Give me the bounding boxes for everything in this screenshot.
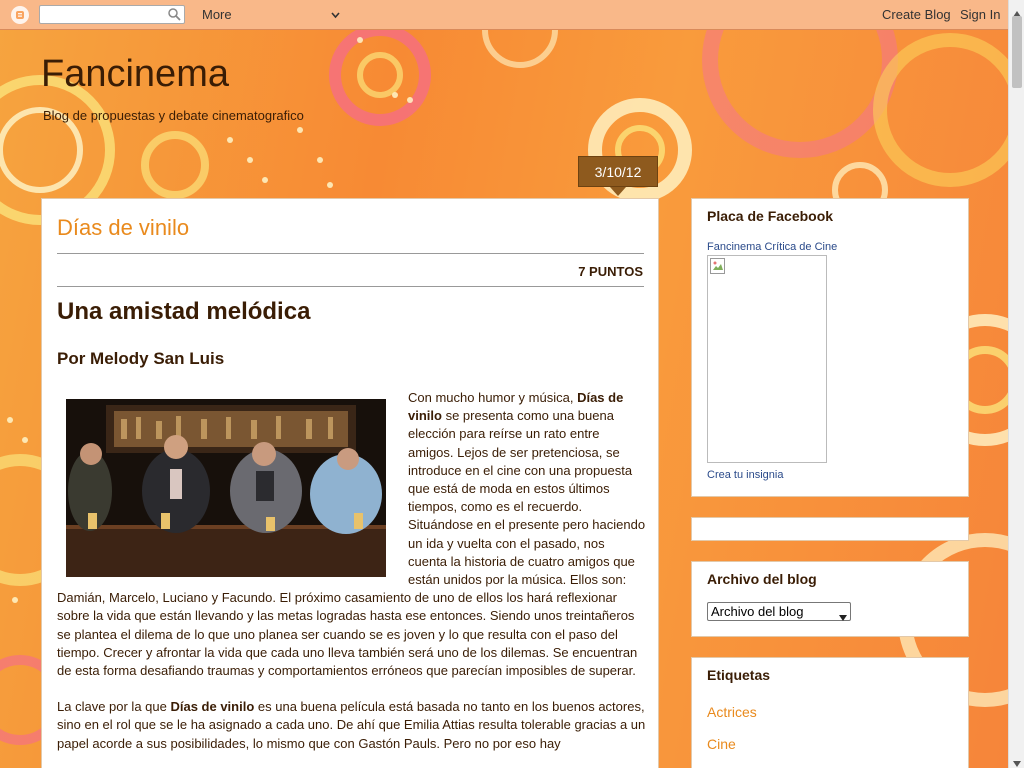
search-icon[interactable]: [168, 8, 181, 26]
widget-title: Etiquetas: [707, 667, 771, 683]
film-still-image: [66, 399, 386, 577]
create-blog-link[interactable]: Create Blog: [882, 7, 951, 22]
film-title-bold: Días de vinilo: [170, 699, 255, 715]
chevron-down-icon: [839, 608, 847, 625]
archive-select-value: Archivo del blog: [711, 604, 804, 619]
widget-title: Placa de Facebook: [707, 208, 834, 224]
empty-widget: [691, 517, 969, 541]
search-input[interactable]: [39, 5, 185, 24]
label-link-cine[interactable]: Cine: [707, 736, 736, 752]
post-paragraph: La clave por la que Días de vinilo es un…: [57, 698, 647, 753]
post-image[interactable]: [66, 399, 386, 577]
blog-archive-widget: Archivo del blog Archivo del blog: [691, 561, 969, 637]
labels-widget: Etiquetas Actrices Cine: [691, 657, 969, 768]
blogger-navbar: More Create Blog Sign In: [0, 0, 1008, 30]
scrollbar[interactable]: [1008, 0, 1024, 768]
post-rating: 7 PUNTOS: [578, 264, 643, 279]
divider: [57, 286, 644, 287]
post-author: Por Melody San Luis: [57, 349, 225, 368]
archive-select[interactable]: Archivo del blog: [707, 602, 851, 621]
broken-image-icon: [710, 258, 726, 279]
post-heading: Una amistad melódica: [57, 298, 311, 325]
more-dropdown[interactable]: More: [202, 7, 232, 22]
widget-title: Archivo del blog: [707, 571, 817, 587]
blog-description: Blog de propuestas y debate cinematograf…: [43, 108, 304, 123]
create-badge-link[interactable]: Crea tu insignia: [707, 469, 783, 481]
sign-in-link[interactable]: Sign In: [960, 7, 1000, 22]
post-date-badge: 3/10/12: [578, 156, 658, 187]
facebook-badge-image[interactable]: [707, 255, 827, 463]
facebook-badge-widget: Placa de Facebook Fancinema Crítica de C…: [691, 198, 969, 497]
paragraph-text: Con mucho humor y música,: [408, 390, 578, 405]
chevron-down-icon[interactable]: [330, 8, 341, 26]
post-title[interactable]: Días de vinilo: [57, 215, 189, 241]
date-badge-pointer: [610, 187, 626, 196]
blogger-logo-icon[interactable]: [11, 6, 29, 24]
divider: [57, 253, 644, 254]
facebook-page-link[interactable]: Fancinema Crítica de Cine: [707, 241, 837, 253]
label-link-actrices[interactable]: Actrices: [707, 704, 757, 720]
scroll-thumb[interactable]: [1012, 16, 1022, 88]
scroll-down-icon[interactable]: [1013, 754, 1021, 768]
blog-post: Días de vinilo 7 PUNTOS Una amistad meló…: [41, 198, 659, 768]
paragraph-text: La clave por la que: [57, 699, 171, 715]
blog-title[interactable]: Fancinema: [41, 53, 229, 96]
